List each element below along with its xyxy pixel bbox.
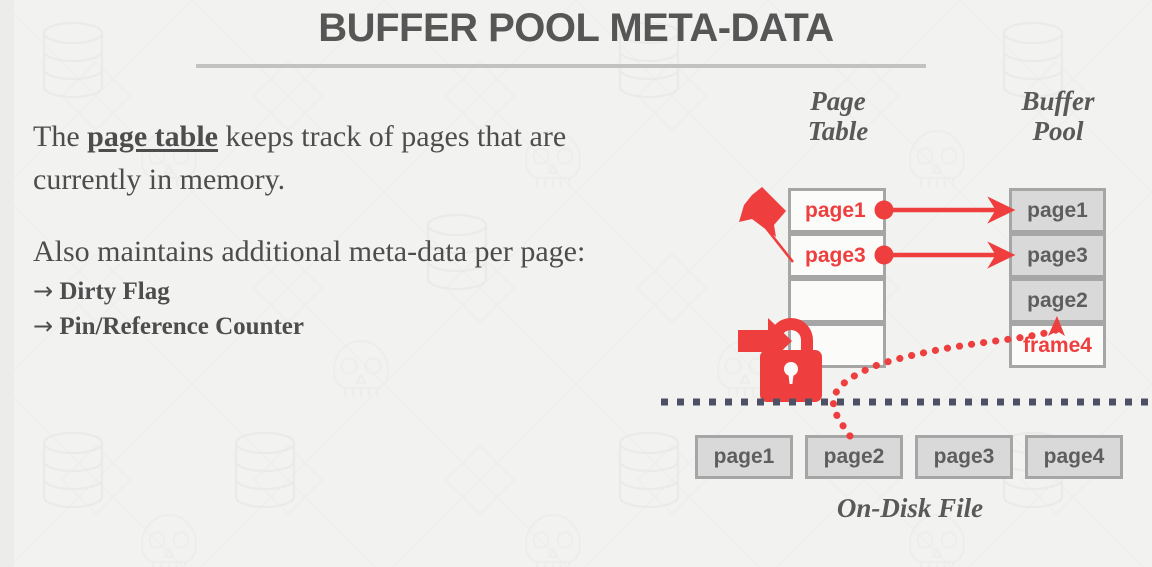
slide-canvas: BUFFER POOL META-DATA The page table kee… xyxy=(0,0,1152,567)
disk-page-2[interactable]: page2 xyxy=(805,435,903,479)
buffer-pool-heading: Buffer Pool xyxy=(1021,86,1095,147)
page-table-cell-label: page1 xyxy=(805,198,866,222)
pushpin-icon xyxy=(739,187,795,263)
page-table-row-3[interactable] xyxy=(788,278,886,323)
bullet-pin-reference-counter: → Pin/Reference Counter xyxy=(33,309,633,345)
buffer-pool-frame-4[interactable]: frame4 xyxy=(1009,323,1106,368)
pointer-arrow-page3 xyxy=(874,241,1016,269)
disk-page-1[interactable]: page1 xyxy=(695,435,793,479)
arrow-bullet-icon: → xyxy=(33,276,54,305)
buffer-pool-frame-3[interactable]: page2 xyxy=(1009,278,1106,323)
page-title: BUFFER POOL META-DATA xyxy=(318,6,834,50)
page-table-row-4[interactable] xyxy=(788,323,886,368)
disk-page-3[interactable]: page3 xyxy=(915,435,1013,479)
paragraph1-pre: The xyxy=(33,120,88,153)
disk-page-4[interactable]: page4 xyxy=(1025,435,1123,479)
on-disk-file-label: On-Disk File xyxy=(836,493,984,523)
buffer-pool-cell-label: page3 xyxy=(1027,243,1088,267)
page-table-row-2[interactable]: page3 xyxy=(788,233,886,278)
bullet-dirty-flag: → Dirty Flag xyxy=(33,274,633,310)
body-text: The page table keeps track of pages that… xyxy=(33,116,633,345)
paragraph-page-table: The page table keeps track of pages that… xyxy=(33,116,633,201)
buffer-pool-frame-2[interactable]: page3 xyxy=(1009,233,1106,278)
buffer-pool-cell-label: page1 xyxy=(1027,198,1088,222)
arrow-bullet-icon: → xyxy=(33,312,54,341)
keyword-page-table: page table xyxy=(87,120,218,153)
disk-page-label: page3 xyxy=(933,445,995,468)
title-divider xyxy=(196,64,926,68)
page-table-cell-label: page3 xyxy=(805,243,866,267)
page-table-heading: Page Table xyxy=(807,86,869,147)
bullet-label: Dirty Flag xyxy=(59,277,170,305)
pointer-arrow-page1 xyxy=(874,196,1016,224)
right-arrow-icon xyxy=(738,318,792,364)
paragraph-meta-data: Also maintains additional meta-data per … xyxy=(33,235,586,269)
bullet-label: Pin/Reference Counter xyxy=(59,313,304,341)
disk-page-label: page2 xyxy=(823,445,885,468)
buffer-pool-cell-label: frame4 xyxy=(1023,333,1092,357)
disk-page-label: page4 xyxy=(1043,445,1105,468)
buffer-pool-frame-1[interactable]: page1 xyxy=(1009,188,1106,233)
page-table-row-1[interactable]: page1 xyxy=(788,188,886,233)
buffer-pool-cell-label: page2 xyxy=(1027,288,1088,312)
disk-page-label: page1 xyxy=(713,445,775,468)
